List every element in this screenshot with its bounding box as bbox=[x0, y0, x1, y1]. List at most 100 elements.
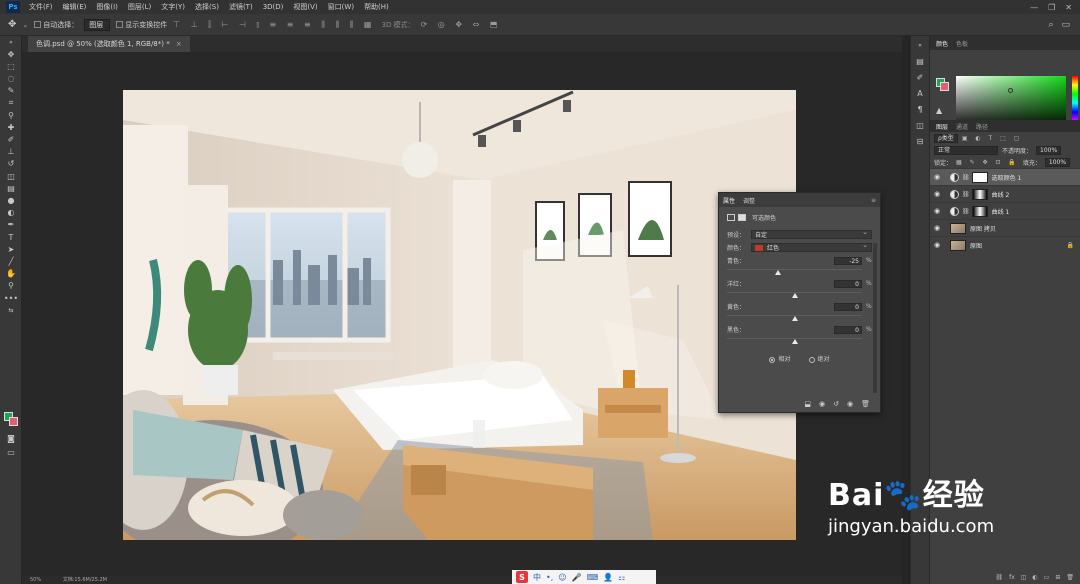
menu-item[interactable]: 编辑(E) bbox=[58, 0, 92, 14]
layer-mask-icon[interactable] bbox=[738, 214, 746, 221]
color-picker-cursor[interactable] bbox=[1008, 88, 1013, 93]
background-color-swatch[interactable] bbox=[9, 417, 18, 426]
link-layers-icon[interactable]: ⛓ bbox=[995, 574, 1003, 584]
slider-value-input[interactable]: 0 bbox=[834, 325, 862, 334]
minimize-icon[interactable]: — bbox=[1030, 3, 1038, 12]
blend-mode-select[interactable]: 正常 bbox=[934, 145, 998, 155]
more-tools-icon[interactable]: ••• bbox=[0, 292, 22, 304]
keyboard-icon[interactable]: ⌨ bbox=[587, 573, 599, 582]
preset-select[interactable]: 自定 bbox=[751, 228, 872, 239]
quick-select-tool-icon[interactable]: ✎ bbox=[0, 85, 22, 97]
zoom-tool-icon[interactable]: ⚲ bbox=[0, 280, 22, 292]
slider-value-input[interactable]: 0 bbox=[834, 302, 862, 311]
brush-settings-icon[interactable]: ✐ bbox=[911, 70, 929, 84]
eye-icon[interactable]: ◉ bbox=[930, 224, 944, 232]
stamp-tool-icon[interactable]: ⊥ bbox=[0, 146, 22, 158]
layer-row[interactable]: ◉ ⛓ 曲线 1 bbox=[930, 202, 1080, 219]
line-tool-icon[interactable]: ╱ bbox=[0, 255, 22, 267]
layer-name[interactable]: 选取颜色 1 bbox=[992, 173, 1022, 182]
document-canvas-image[interactable] bbox=[123, 90, 796, 540]
layer-row[interactable]: ◉ 原图 🔒 bbox=[930, 236, 1080, 253]
slider-value-input[interactable]: -25 bbox=[834, 256, 862, 265]
libraries-icon[interactable]: ◫ bbox=[911, 118, 929, 132]
tool-preset-dropdown[interactable]: ⌄ bbox=[22, 21, 28, 29]
slider-thumb[interactable] bbox=[791, 339, 798, 344]
crop-tool-icon[interactable]: ⌗ bbox=[0, 97, 22, 109]
adjustments-icon[interactable]: ⊟ bbox=[911, 134, 929, 148]
ime-mode[interactable]: 中 bbox=[533, 572, 541, 583]
layer-row[interactable]: ◉ ⛓ 曲线 2 bbox=[930, 185, 1080, 202]
zoom-level[interactable]: 50% bbox=[30, 577, 41, 583]
close-tab-icon[interactable]: × bbox=[176, 40, 182, 48]
healing-tool-icon[interactable]: ✚ bbox=[0, 121, 22, 133]
layer-thumbnail[interactable] bbox=[950, 222, 966, 234]
dodge-tool-icon[interactable]: ◐ bbox=[0, 207, 22, 219]
marquee-tool-icon[interactable]: ⬚ bbox=[0, 60, 22, 72]
fx-icon[interactable]: fx bbox=[1009, 574, 1015, 584]
workspace-icon[interactable]: ▭ bbox=[1061, 20, 1070, 30]
menu-item[interactable]: 窗口(W) bbox=[323, 0, 359, 14]
slider-track[interactable] bbox=[727, 315, 872, 321]
opacity-input[interactable]: 100% bbox=[1036, 145, 1062, 155]
menu-item[interactable]: 帮助(H) bbox=[359, 0, 394, 14]
layer-row[interactable]: ◉ 原图 拷贝 bbox=[930, 219, 1080, 236]
transform-controls-checkbox[interactable]: 显示变换控件 bbox=[116, 20, 167, 30]
eye-icon[interactable]: ◉ bbox=[930, 173, 944, 181]
punctuation-icon[interactable]: •, bbox=[546, 573, 553, 582]
layer-name[interactable]: 原图 拷贝 bbox=[970, 224, 996, 233]
menu-item[interactable]: 文字(Y) bbox=[156, 0, 190, 14]
close-icon[interactable]: ✕ bbox=[1065, 3, 1072, 12]
sogou-logo-icon[interactable]: S bbox=[516, 571, 528, 583]
slider-track[interactable] bbox=[727, 292, 872, 298]
move-tool-icon[interactable]: ✥ bbox=[0, 48, 22, 60]
user-icon[interactable]: 👤 bbox=[603, 573, 613, 582]
character-icon[interactable]: A bbox=[911, 86, 929, 100]
menu-item[interactable]: 视图(V) bbox=[288, 0, 322, 14]
auto-select-checkbox[interactable]: 自动选择： bbox=[34, 20, 78, 30]
layer-name[interactable]: 原图 bbox=[970, 241, 982, 250]
tools-icon[interactable]: ⚏ bbox=[618, 573, 625, 582]
properties-scrollbar[interactable] bbox=[873, 243, 877, 393]
eye-icon[interactable]: ◉ bbox=[930, 190, 944, 198]
panel-menu-icon[interactable]: ≡ bbox=[871, 197, 876, 204]
panel-collapse-icon[interactable]: » bbox=[0, 36, 22, 48]
tab-paths[interactable]: 路径 bbox=[976, 122, 988, 131]
tab-channels[interactable]: 通道 bbox=[956, 122, 968, 131]
eye-icon[interactable]: ◉ bbox=[930, 241, 944, 249]
background-color-swatch[interactable] bbox=[940, 82, 949, 91]
tab-layers[interactable]: 图层 bbox=[936, 122, 948, 131]
eraser-tool-icon[interactable]: ◫ bbox=[0, 170, 22, 182]
gradient-tool-icon[interactable]: ▤ bbox=[0, 182, 22, 194]
clip-to-layer-icon[interactable]: ⬓ bbox=[804, 400, 811, 408]
emoji-icon[interactable]: ☺ bbox=[558, 573, 566, 582]
screen-mode-icon[interactable]: ▭ bbox=[0, 446, 22, 458]
absolute-radio[interactable]: 绝对 bbox=[808, 354, 830, 363]
new-adjustment-icon[interactable]: ◐ bbox=[1032, 574, 1037, 584]
filter-icons[interactable]: ▣ ◐ T ⬚ ▢ bbox=[962, 135, 1023, 142]
slider-thumb[interactable] bbox=[791, 293, 798, 298]
color-select[interactable]: 红色 bbox=[751, 241, 872, 252]
paragraph-icon[interactable]: ¶ bbox=[911, 102, 929, 116]
link-icon[interactable]: ⛓ bbox=[962, 208, 970, 215]
new-layer-icon[interactable]: ⊞ bbox=[1055, 574, 1060, 584]
search-icon[interactable]: ⌕ bbox=[1048, 20, 1053, 30]
menu-item[interactable]: 滤镜(T) bbox=[224, 0, 258, 14]
fill-input[interactable]: 100% bbox=[1044, 157, 1071, 167]
layer-kind-filter[interactable]: ρ类型 bbox=[934, 133, 958, 143]
gamut-warning-icon[interactable]: ▲ bbox=[936, 106, 942, 115]
document-size[interactable]: 文档:15.6M/25.2M bbox=[63, 577, 107, 583]
reset-icon[interactable]: ↺ bbox=[833, 400, 839, 408]
delete-icon[interactable]: 🗑 bbox=[861, 400, 870, 408]
layer-name[interactable]: 曲线 2 bbox=[992, 190, 1010, 199]
maximize-icon[interactable]: ❐ bbox=[1048, 3, 1055, 12]
tab-adjustments[interactable]: 调整 bbox=[743, 196, 755, 205]
tab-color[interactable]: 颜色 bbox=[936, 39, 948, 48]
add-mask-icon[interactable]: ◫ bbox=[1021, 574, 1027, 584]
lock-icons[interactable]: ▦ ✎ ✥ ⊡ 🔒 bbox=[956, 159, 1019, 166]
eye-icon[interactable]: ◉ bbox=[930, 207, 944, 215]
slider-track[interactable] bbox=[727, 338, 872, 344]
menu-item[interactable]: 图层(L) bbox=[123, 0, 156, 14]
link-icon[interactable]: ⛓ bbox=[962, 191, 970, 198]
slider-track[interactable] bbox=[727, 269, 872, 275]
slider-thumb[interactable] bbox=[774, 270, 781, 275]
